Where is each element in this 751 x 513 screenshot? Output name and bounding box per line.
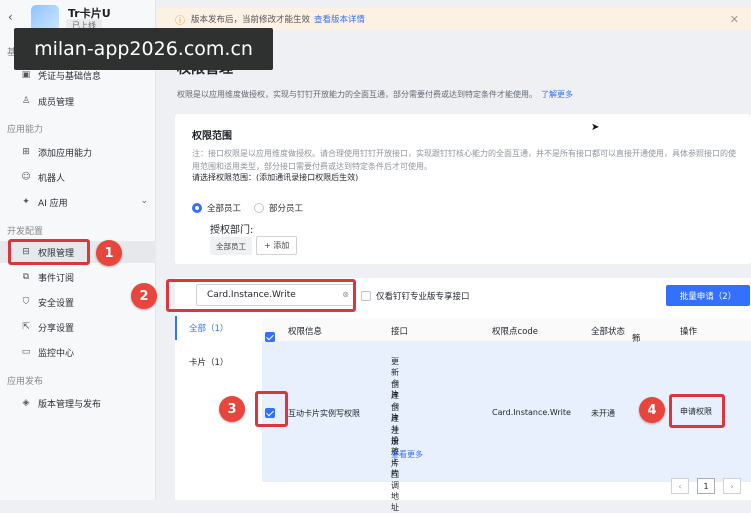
close-icon[interactable]: ✕ <box>730 13 739 26</box>
category-all[interactable]: 全部（1） <box>189 322 228 334</box>
scope-title: 权限范围 <box>192 131 232 142</box>
col-code: 权限点code <box>492 327 538 337</box>
mouse-cursor-icon: ➤ <box>591 122 600 133</box>
table-header: 权限信息 接口 权限点code 全部状态 筛选 ⌕ 操作 <box>262 318 751 356</box>
event-icon: ⧉ <box>22 272 30 282</box>
step-badge-1: 1 <box>96 240 122 266</box>
sidebar-item-robot[interactable]: ☺ 机器人 <box>0 166 156 188</box>
sidebar-item-ai-app[interactable]: ✦ AI 应用 ⌄ <box>0 191 156 213</box>
col-op: 操作 <box>680 327 698 337</box>
checkbox-icon <box>361 291 371 301</box>
permission-name: 互动卡片实例写权限 <box>288 409 360 418</box>
prev-page-button[interactable]: ‹ <box>671 478 689 494</box>
section-label: 应用发布 <box>7 377 44 387</box>
sidebar-item-members[interactable]: ♙ 成员管理 <box>0 90 156 112</box>
sidebar-item-monitor[interactable]: ▭ 监控中心 <box>0 341 156 363</box>
credential-icon: ▣ <box>21 70 31 80</box>
doc-icon[interactable]: ▯ <box>394 402 398 410</box>
watermark-overlay: milan-app2026.com.cn <box>14 28 273 70</box>
table-row: 互动卡片实例写权限 更新卡片 ▯ 创建卡片 ▯ 创建并投放卡片 ▯ 注册卡片回调地址 ▯… <box>262 342 751 512</box>
doc-icon[interactable]: ▯ <box>394 425 398 433</box>
ai-icon: ✦ <box>22 197 30 207</box>
view-version-link[interactable]: 查看版本详情 <box>314 13 365 25</box>
radio-checked-icon <box>192 203 202 213</box>
scope-pick-label: 请选择权限范围：(添加通讯录接口权限后生效) <box>192 173 359 182</box>
checkbox-checked-icon <box>265 332 275 342</box>
version-icon: ◈ <box>22 398 30 408</box>
main-content: 权限管理 权限是以应用维度做授权，实现与钉钉开放能力的全面互通，部分需要付费或达… <box>157 30 751 512</box>
radio-unchecked-icon <box>254 203 264 213</box>
section-label: 开发配置 <box>7 227 44 237</box>
shield-icon: ⛉ <box>22 297 30 307</box>
step-badge-3: 3 <box>219 396 245 422</box>
search-input[interactable]: Card.Instance.Write ⊗ <box>196 284 356 306</box>
doc-icon[interactable]: ▯ <box>394 356 398 364</box>
monitor-icon: ▭ <box>21 347 31 357</box>
step-badge-2: 2 <box>131 283 157 309</box>
add-dept-button[interactable]: + 添加 <box>256 236 298 255</box>
sidebar-item-version[interactable]: ◈ 版本管理与发布 <box>0 392 156 414</box>
pagination: ‹ 1 › <box>663 478 741 494</box>
view-more-link[interactable]: 查看更多 <box>391 449 423 460</box>
back-arrow-icon[interactable]: ‹ <box>8 10 13 24</box>
radio-some-staff[interactable]: 部分员工 <box>254 202 303 214</box>
release-banner: ⓘ 版本发布后，当前修改才能生效 查看版本详情 ✕ <box>157 8 751 30</box>
learn-more-link[interactable]: 了解更多 <box>541 90 573 99</box>
scope-note: 注：接口权限是以应用维度做授权。请合理使用钉钉开放接口，实现跟钉钉核心能力的全面… <box>192 149 736 171</box>
dept-label: 授权部门: <box>210 225 254 236</box>
sidebar-item-share[interactable]: ⇱ 分享设置 <box>0 316 156 338</box>
permission-icon: ⊟ <box>22 247 30 257</box>
member-icon: ♙ <box>21 96 31 106</box>
clear-icon[interactable]: ⊗ <box>342 290 349 299</box>
section-label: 应用能力 <box>7 125 44 135</box>
col-api: 接口 <box>391 327 409 337</box>
radio-all-staff[interactable]: 全部员工 <box>192 202 241 214</box>
permission-status: 未开通 <box>591 409 615 418</box>
next-page-button[interactable]: › <box>723 478 741 494</box>
batch-apply-button[interactable]: 批量申请（2） <box>666 285 750 306</box>
robot-icon: ☺ <box>21 172 31 182</box>
checkbox-checked-icon <box>265 408 275 418</box>
apply-permission-button[interactable]: 申请权限 <box>680 406 712 417</box>
pro-only-checkbox[interactable]: 仅看钉钉专业版专享接口 <box>361 290 470 302</box>
permission-code: Card.Instance.Write <box>492 408 571 417</box>
sidebar-item-add-capability[interactable]: ⊞ 添加应用能力 <box>0 141 156 163</box>
warning-icon: ⓘ <box>175 15 185 27</box>
page-1-button[interactable]: 1 <box>697 478 715 494</box>
sidebar-item-events[interactable]: ⧉ 事件订阅 <box>0 266 156 288</box>
grid-icon: ⊞ <box>22 147 30 157</box>
share-icon: ⇱ <box>22 322 30 332</box>
step-badge-4: 4 <box>639 397 665 423</box>
permission-table: 权限信息 接口 权限点code 全部状态 筛选 ⌕ 操作 互动卡片实例写权限 更… <box>262 318 751 512</box>
doc-icon[interactable]: ▯ <box>394 379 398 387</box>
search-icon: ⌕ <box>632 332 637 342</box>
category-active-bar <box>175 316 177 340</box>
chevron-down-icon: ⌄ <box>140 196 148 206</box>
sidebar: ‹ Tr卡片U 已上线 基础信息 ▣凭证与基础信息 ♙成员管理 应用能力 ⊞添加… <box>0 0 156 500</box>
sidebar-item-permissions[interactable]: ⊟ 权限管理 <box>0 241 156 263</box>
category-card[interactable]: 卡片（1） <box>189 356 228 368</box>
permission-list-panel: Card.Instance.Write ⊗ 仅看钉钉专业版专享接口 批量申请（2）… <box>175 278 751 512</box>
col-status: 全部状态 <box>591 327 626 337</box>
dept-chip: 全部员工 <box>210 237 252 255</box>
page-description: 权限是以应用维度做授权，实现与钉钉开放能力的全面互通，部分需要付费或达到特定条件… <box>177 90 573 99</box>
permission-scope-card: 权限范围 注：接口权限是以应用维度做授权。请合理使用钉钉开放接口，实现跟钉钉核心… <box>175 114 751 264</box>
col-info: 权限信息 <box>288 327 323 337</box>
